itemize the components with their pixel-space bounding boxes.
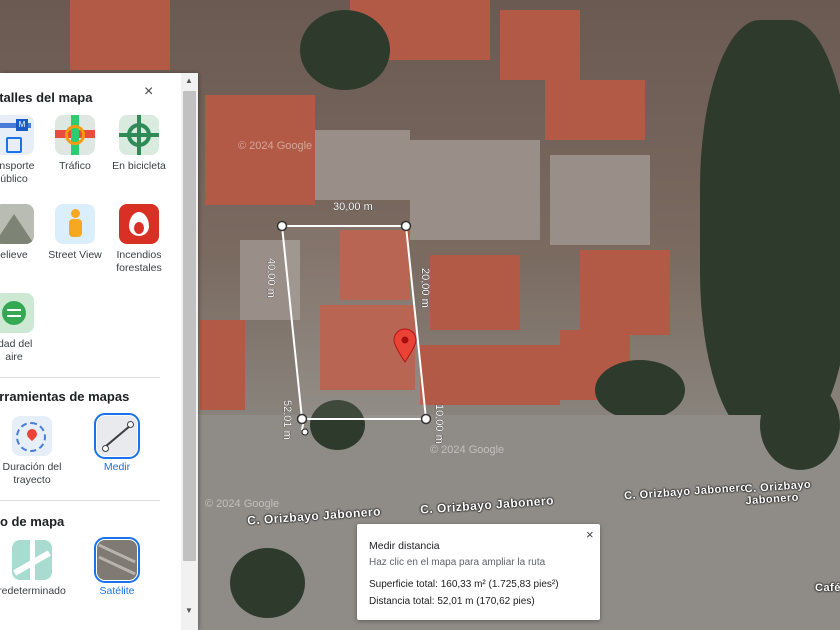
tool-measure-label: Medir [103, 461, 131, 473]
dimension-label-bottom-left: 52,01 m [281, 400, 293, 440]
default-map-icon [12, 540, 52, 580]
measure-point[interactable] [420, 413, 432, 425]
layer-air-quality[interactable]: idad del aire [0, 293, 52, 364]
scrollbar-thumb[interactable] [183, 91, 196, 561]
layer-air-quality-label: idad del aire [0, 338, 33, 363]
close-measure-button[interactable]: × [586, 527, 594, 542]
divider [0, 500, 160, 501]
map-type-default-label: redeterminado [0, 585, 66, 597]
map-details-title: etalles del mapa [0, 90, 93, 105]
layer-wildfire[interactable]: Incendios forestales [101, 204, 177, 275]
map-type-satellite[interactable]: Satélite [79, 537, 155, 598]
wildfire-icon [119, 204, 159, 244]
dimension-label-bottom-right: 10,00 m [433, 404, 445, 444]
tool-travel-time-label: Duración del trayecto [2, 461, 62, 486]
map-layers-panel: etalles del mapa × M ansporte úblico Trá… [0, 73, 198, 630]
street-view-icon [55, 204, 95, 244]
measure-point[interactable] [296, 413, 308, 425]
traffic-icon [55, 115, 95, 155]
dimension-label-left: 40,00 m [265, 258, 277, 298]
measure-point[interactable] [301, 428, 309, 436]
terrain-icon [0, 204, 34, 244]
measure-point[interactable] [276, 220, 288, 232]
dimension-label-right: 20,00 m [419, 268, 431, 308]
measure-point[interactable] [400, 220, 412, 232]
transit-icon: M [0, 115, 34, 155]
dimension-label-top: 30,00 m [333, 201, 373, 213]
map-type-title: po de mapa [0, 514, 65, 529]
satellite-icon [94, 537, 140, 583]
tool-travel-time[interactable]: Duración del trayecto [0, 416, 70, 487]
divider [0, 377, 160, 378]
layer-wildfire-label: Incendios forestales [116, 249, 162, 274]
layer-bicycle[interactable]: En bicicleta [101, 115, 177, 173]
measure-icon [94, 413, 140, 459]
map-tools-title: erramientas de mapas [0, 389, 130, 404]
measure-area [280, 225, 428, 420]
measure-hint: Haz clic en el mapa para ampliar la ruta [369, 557, 546, 568]
layer-bicycle-label: En bicicleta [112, 160, 166, 172]
pin-dot [401, 336, 409, 344]
travel-time-icon [12, 416, 52, 456]
map-type-satellite-label: Satélite [99, 585, 135, 597]
bicycle-icon [119, 115, 159, 155]
scroll-down-icon[interactable]: ▼ [185, 606, 193, 615]
measure-distance-card: Medir distancia Haz clic en el mapa para… [357, 524, 600, 620]
air-quality-icon [0, 293, 34, 333]
measure-total-distance: Distancia total: 52,01 m (170,62 pies) [369, 596, 535, 607]
close-panel-button[interactable]: × [144, 83, 153, 101]
tool-measure[interactable]: Medir [79, 413, 155, 474]
scroll-up-icon[interactable]: ▲ [185, 76, 193, 85]
map-type-default[interactable]: redeterminado [0, 540, 70, 598]
measure-total-area: Superficie total: 160,33 m² (1.725,83 pi… [369, 579, 559, 590]
measure-title: Medir distancia [369, 540, 440, 552]
